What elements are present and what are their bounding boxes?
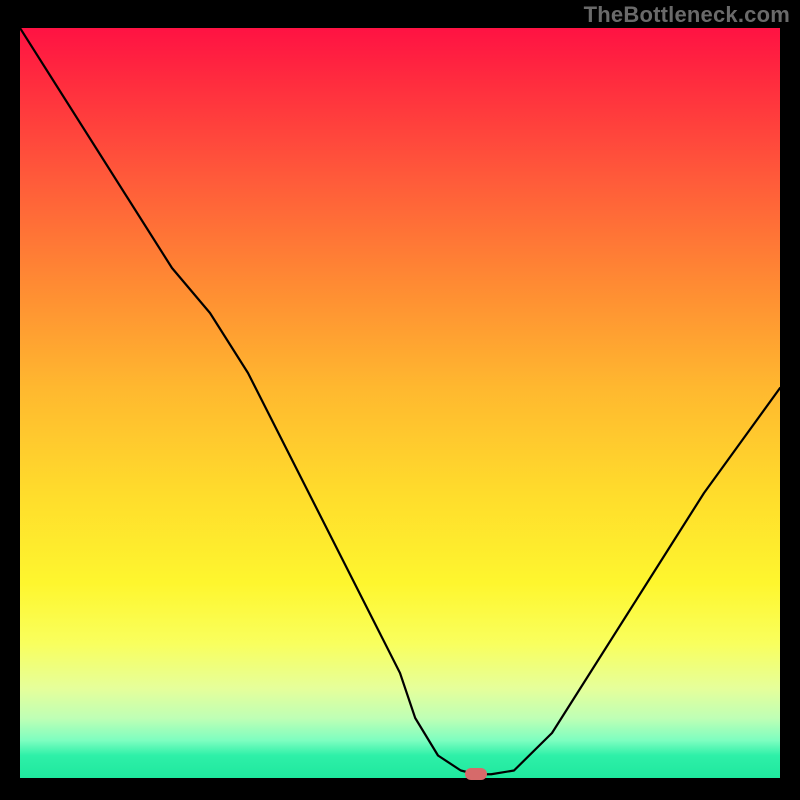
watermark-text: TheBottleneck.com [584,2,790,28]
bottleneck-curve [20,28,780,774]
chart-container: TheBottleneck.com [0,0,800,800]
curve-svg [20,28,780,778]
plot-area [20,28,780,778]
optimum-marker [465,768,487,780]
